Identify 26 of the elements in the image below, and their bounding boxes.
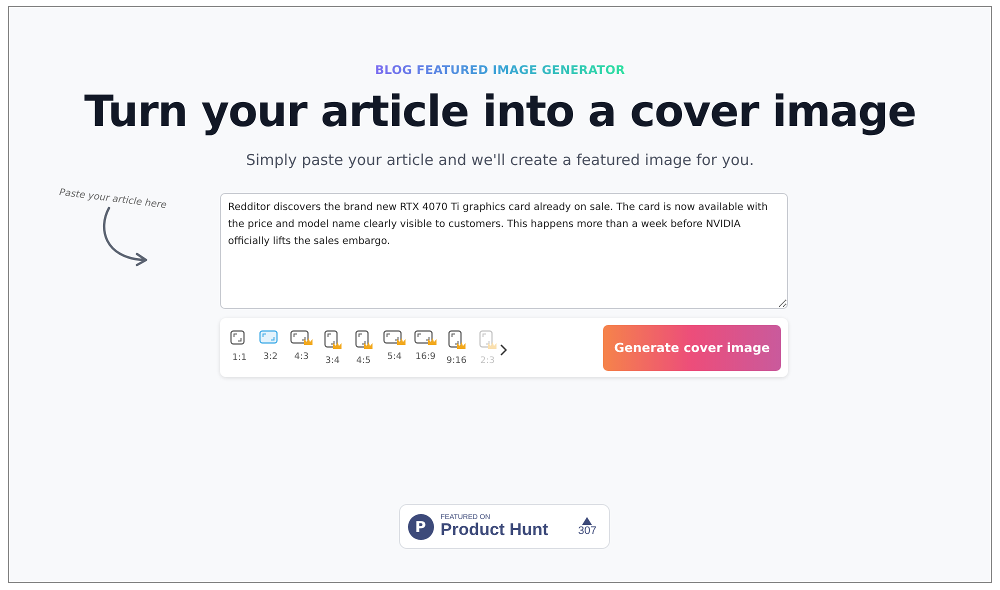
aspect-ratio-option[interactable]: 4:5 [350,330,377,366]
aspect-ratio-icon [383,330,406,346]
aspect-ratio-option[interactable]: 9:16 [443,330,470,366]
aspect-ratio-option[interactable]: 5:4 [381,330,408,366]
badge-title: Product Hunt [440,521,550,539]
aspect-ratio-icon [354,330,372,350]
aspect-ratio-icon [324,330,342,350]
upvote-icon [582,516,592,524]
aspect-ratio-option[interactable]: 3:4 [319,330,346,366]
aspect-ratio-option[interactable]: 4:3 [288,330,315,366]
aspect-ratio-icon [414,330,437,346]
chevron-right-icon[interactable] [499,344,507,356]
vote-count: 307 [578,524,596,536]
aspect-ratio-option[interactable]: 16:9 [412,330,439,366]
aspect-ratio-icon [448,330,466,350]
article-field[interactable]: Redditor discovers the brand new RTX 4070 Ti graphics card already on sale. The card is now available with the price and model name clearly visible to customers. This happens more than a week before NVIDIA officially lifts the sales embargo. [220,193,788,309]
page-title: Turn your article into a cover image [84,87,916,137]
aspect-ratio-icon [478,330,496,350]
aspect-ratio-icon [290,330,313,346]
generate-button[interactable]: Generate cover image [603,324,781,370]
eyebrow-text: BLOG FEATURED IMAGE GENERATOR [374,63,626,77]
aspect-ratio-option[interactable]: 1:1 [226,330,253,366]
handwritten-hint: Paste your article here [58,187,168,214]
aspect-ratio-option[interactable]: 3:2 [257,330,284,366]
product-hunt-logo: P [408,514,434,540]
page-subtitle: Simply paste your article and we'll create a featured image for you. [246,151,754,169]
